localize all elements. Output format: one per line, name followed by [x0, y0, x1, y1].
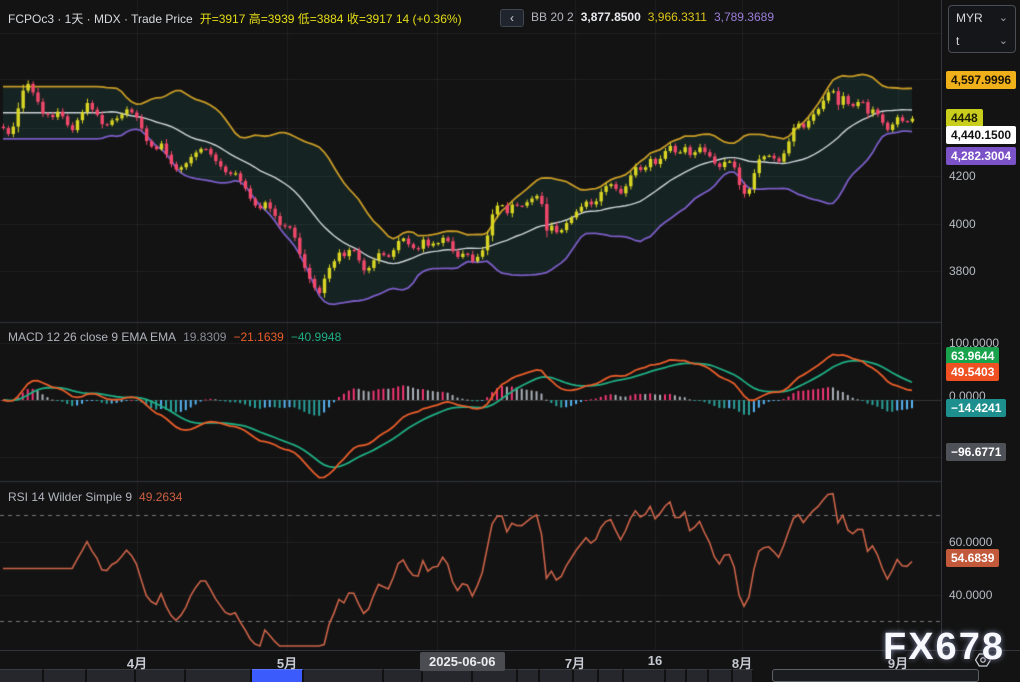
unit-value: t [956, 34, 959, 48]
strip-cell[interactable] [687, 669, 709, 682]
macd-hist-tag: −14.4241 [946, 399, 1006, 417]
strip-cell[interactable] [304, 669, 384, 682]
bb-lower-value: 3,789.3689 [714, 10, 774, 24]
ohlc-values: 开=3917 高=3939 低=3884 收=3917 14 (+0.36%) [200, 10, 462, 27]
strip-gap [754, 669, 772, 682]
trading-chart-window: FCPOc3 · 1天 · MDX · Trade Price 开=3917 高… [0, 0, 1020, 682]
macd-signal-value: −40.9948 [291, 330, 341, 344]
unit-dropdown[interactable]: t ⌄ [949, 29, 1015, 52]
rsi-tick: 40.0000 [949, 588, 992, 602]
time-axis[interactable]: 4月 5月 7月 16 8月 9月 2025-06-06 [0, 650, 1020, 669]
bb-upper-price-tag: 4,597.9996 [946, 71, 1016, 89]
bb-label: BB 20 2 [531, 10, 574, 24]
rsi-value-tag: 54.6839 [946, 549, 999, 567]
symbol-legend: FCPOc3 · 1天 · MDX · Trade Price 开=3917 高… [8, 10, 462, 27]
chevron-down-icon: ⌄ [999, 11, 1008, 24]
collapse-indicators-button[interactable]: ‹ [500, 9, 524, 27]
macd-label: MACD 12 26 close 9 EMA EMA [8, 330, 176, 344]
rsi-label: RSI 14 Wilder Simple 9 [8, 490, 132, 504]
price-tick: 3800 [949, 264, 976, 278]
macd-hist-value: 19.8309 [183, 330, 226, 344]
macd-line-value: −21.1639 [233, 330, 283, 344]
bb-upper-value: 3,966.3311 [648, 10, 707, 24]
strip-cell[interactable] [384, 669, 423, 682]
month-tick: 5月 [277, 653, 297, 672]
day-tick: 16 [648, 653, 662, 668]
strip-cell[interactable] [624, 669, 666, 682]
symbol-title: FCPOc3 · 1天 · MDX · Trade Price [8, 10, 193, 27]
price-tick: 4000 [949, 217, 976, 231]
scroll-thumb[interactable] [772, 669, 979, 682]
bb-legend: BB 20 2 3,877.8500 3,966.3311 3,789.3689 [531, 10, 774, 24]
bb-lower-price-tag: 4,282.3004 [946, 147, 1016, 165]
timezone-settings-gear-icon[interactable] [972, 651, 994, 669]
scrollbar-strip[interactable] [0, 669, 1020, 682]
price-axis[interactable]: 4200 4000 3800 4,597.9996 4448 4,440.150… [941, 0, 1020, 650]
chevron-down-icon: ⌄ [999, 34, 1008, 47]
last-price-tag: 4448 [946, 109, 983, 127]
currency-dropdown[interactable]: MYR ⌄ [949, 6, 1015, 29]
currency-value: MYR [956, 11, 983, 25]
month-tick: 9月 [888, 653, 908, 672]
month-tick: 4月 [127, 653, 147, 672]
strip-cell[interactable] [599, 669, 624, 682]
strip-cell[interactable] [666, 669, 687, 682]
month-tick: 7月 [565, 653, 585, 672]
price-tick: 4200 [949, 169, 976, 183]
month-tick: 8月 [732, 653, 752, 672]
macd-line-tag: 49.5403 [946, 363, 999, 381]
axis-settings-box: MYR ⌄ t ⌄ [948, 5, 1016, 53]
bb-basis-value: 3,877.8500 [581, 10, 641, 24]
chart-canvas[interactable] [0, 0, 941, 650]
date-marker-tag: 2025-06-06 [420, 652, 505, 671]
bb-basis-price-tag: 4,440.1500 [946, 126, 1016, 144]
strip-cell[interactable] [518, 669, 540, 682]
rsi-tick: 60.0000 [949, 535, 992, 549]
macd-legend: MACD 12 26 close 9 EMA EMA 19.8309 −21.1… [8, 330, 341, 344]
strip-cell[interactable] [0, 669, 44, 682]
strip-cell[interactable] [709, 669, 733, 682]
rsi-value: 49.2634 [139, 490, 182, 504]
macd-low-tag: −96.6771 [946, 443, 1006, 461]
rsi-legend: RSI 14 Wilder Simple 9 49.2634 [8, 490, 182, 504]
strip-cell[interactable] [186, 669, 252, 682]
strip-cell[interactable] [44, 669, 87, 682]
